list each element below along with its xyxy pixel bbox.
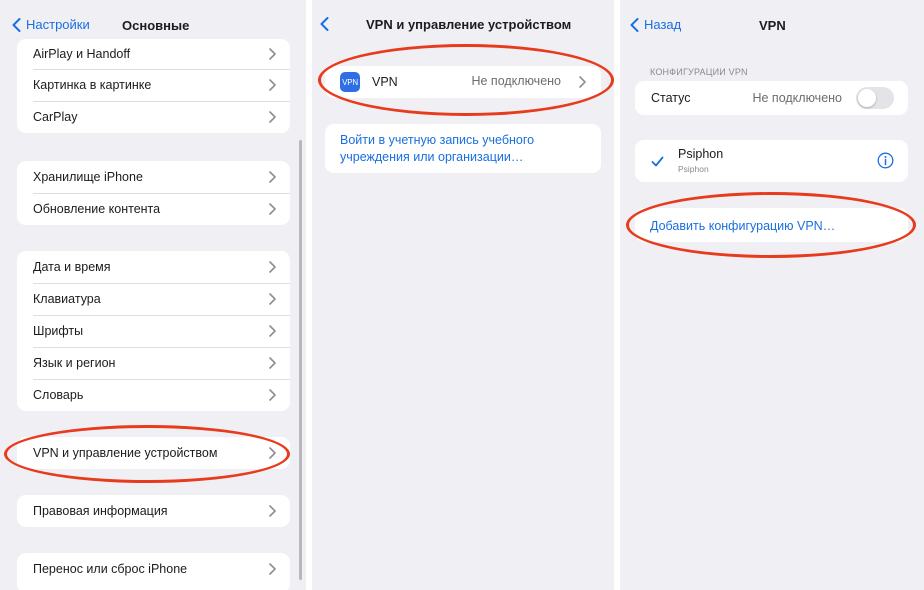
back-label: Назад — [644, 17, 682, 32]
settings-item-pip[interactable]: Картинка в картинке — [17, 69, 290, 101]
config-subtitle: Psiphon — [678, 164, 709, 174]
chevron-right-icon — [269, 563, 276, 575]
item-label: VPN и управление устройством — [33, 446, 218, 460]
settings-group: AirPlay и Handoff Картинка в картинке Ca… — [17, 39, 290, 133]
back-button[interactable]: Настройки — [12, 17, 90, 32]
item-label: Клавиатура — [33, 292, 101, 306]
settings-item-fonts[interactable]: Шрифты — [17, 315, 290, 347]
chevron-right-icon — [269, 357, 276, 369]
item-label: CarPlay — [33, 110, 78, 124]
login-group: Войти в учетную запись учебного учрежден… — [325, 124, 601, 173]
settings-item-language-region[interactable]: Язык и регион — [17, 347, 290, 379]
page-title: VPN и управление устройством — [366, 17, 572, 32]
settings-item-airplay[interactable]: AirPlay и Handoff — [17, 39, 290, 69]
settings-item-legal[interactable]: Правовая информация — [17, 495, 290, 527]
status-row: Статус Не подключено — [635, 81, 908, 115]
add-config-group: Добавить конфигурацию VPN… — [635, 208, 908, 242]
item-label: Обновление контента — [33, 202, 161, 216]
vpn-toggle[interactable] — [856, 87, 894, 109]
vpn-group: VPN VPN Не подключено — [325, 66, 601, 98]
settings-item-transfer-reset[interactable]: Перенос или сброс iPhone — [17, 553, 290, 585]
item-label: Словарь — [33, 388, 84, 402]
settings-item-background-refresh[interactable]: Обновление контента — [17, 193, 290, 225]
settings-group: Правовая информация — [17, 495, 290, 527]
item-label: Хранилище iPhone — [33, 170, 143, 184]
chevron-right-icon — [579, 76, 586, 88]
chevron-right-icon — [269, 325, 276, 337]
add-vpn-config-button[interactable]: Добавить конфигурацию VPN… — [650, 218, 835, 235]
settings-item-dictionary[interactable]: Словарь — [17, 379, 290, 411]
chevron-right-icon — [269, 389, 276, 401]
item-label: Шрифты — [33, 324, 84, 338]
item-label: Перенос или сброс iPhone — [33, 562, 188, 576]
toggle-knob — [858, 89, 876, 107]
status-value: Не подключено — [752, 91, 842, 105]
back-button[interactable]: Назад — [630, 17, 681, 32]
item-label: Дата и время — [33, 260, 111, 274]
config-name[interactable]: Psiphon — [678, 147, 723, 161]
settings-item-storage[interactable]: Хранилище iPhone — [17, 161, 290, 193]
chevron-right-icon — [269, 505, 276, 517]
vpn-app-icon: VPN — [340, 72, 360, 92]
settings-item-keyboard[interactable]: Клавиатура — [17, 283, 290, 315]
scrollbar[interactable] — [299, 140, 302, 580]
checkmark-icon — [651, 154, 664, 172]
chevron-right-icon — [269, 79, 276, 91]
chevron-left-icon — [320, 17, 329, 31]
item-label: AirPlay и Handoff — [33, 47, 131, 61]
settings-item-carplay[interactable]: CarPlay — [17, 101, 290, 133]
settings-item-date-time[interactable]: Дата и время — [17, 251, 290, 283]
settings-group: Дата и время Клавиатура Шрифты Язык и ре… — [17, 251, 290, 411]
organization-login-link[interactable]: Войти в учетную запись учебного учрежден… — [340, 132, 560, 166]
chevron-right-icon — [269, 111, 276, 123]
chevron-right-icon — [269, 171, 276, 183]
config-group: Psiphon Psiphon — [635, 140, 908, 182]
back-label: Настройки — [26, 17, 90, 32]
settings-general-screen: Настройки Основные AirPlay и Handoff Кар… — [0, 0, 306, 590]
settings-group: VPN и управление устройством — [17, 437, 290, 469]
page-title: VPN — [759, 18, 786, 33]
vpn-label: VPN — [372, 75, 398, 89]
vpn-screen: Назад VPN КОНФИГУРАЦИИ VPN Статус Не под… — [620, 0, 924, 590]
chevron-right-icon — [269, 447, 276, 459]
item-label: Картинка в картинке — [33, 78, 152, 92]
item-label: Язык и регион — [33, 356, 116, 370]
section-header: КОНФИГУРАЦИИ VPN — [650, 67, 748, 77]
settings-group: Хранилище iPhone Обновление контента — [17, 161, 290, 225]
status-label: Статус — [651, 91, 691, 105]
item-label: Правовая информация — [33, 504, 168, 518]
status-group: Статус Не подключено — [635, 81, 908, 115]
chevron-left-icon — [630, 17, 639, 32]
chevron-right-icon — [269, 48, 276, 60]
chevron-right-icon — [269, 293, 276, 305]
vpn-status: Не подключено — [471, 74, 561, 88]
settings-group: Перенос или сброс iPhone — [17, 553, 290, 590]
chevron-right-icon — [269, 203, 276, 215]
settings-item-vpn-device-management[interactable]: VPN и управление устройством — [17, 437, 290, 469]
page-title: Основные — [122, 18, 190, 33]
vpn-device-management-screen: VPN и управление устройством VPN VPN Не … — [312, 0, 614, 590]
chevron-left-icon — [12, 17, 21, 32]
vpn-row[interactable]: VPN VPN Не подключено — [325, 66, 601, 98]
chevron-right-icon — [269, 261, 276, 273]
back-button[interactable] — [320, 17, 329, 31]
info-icon[interactable] — [877, 152, 894, 174]
